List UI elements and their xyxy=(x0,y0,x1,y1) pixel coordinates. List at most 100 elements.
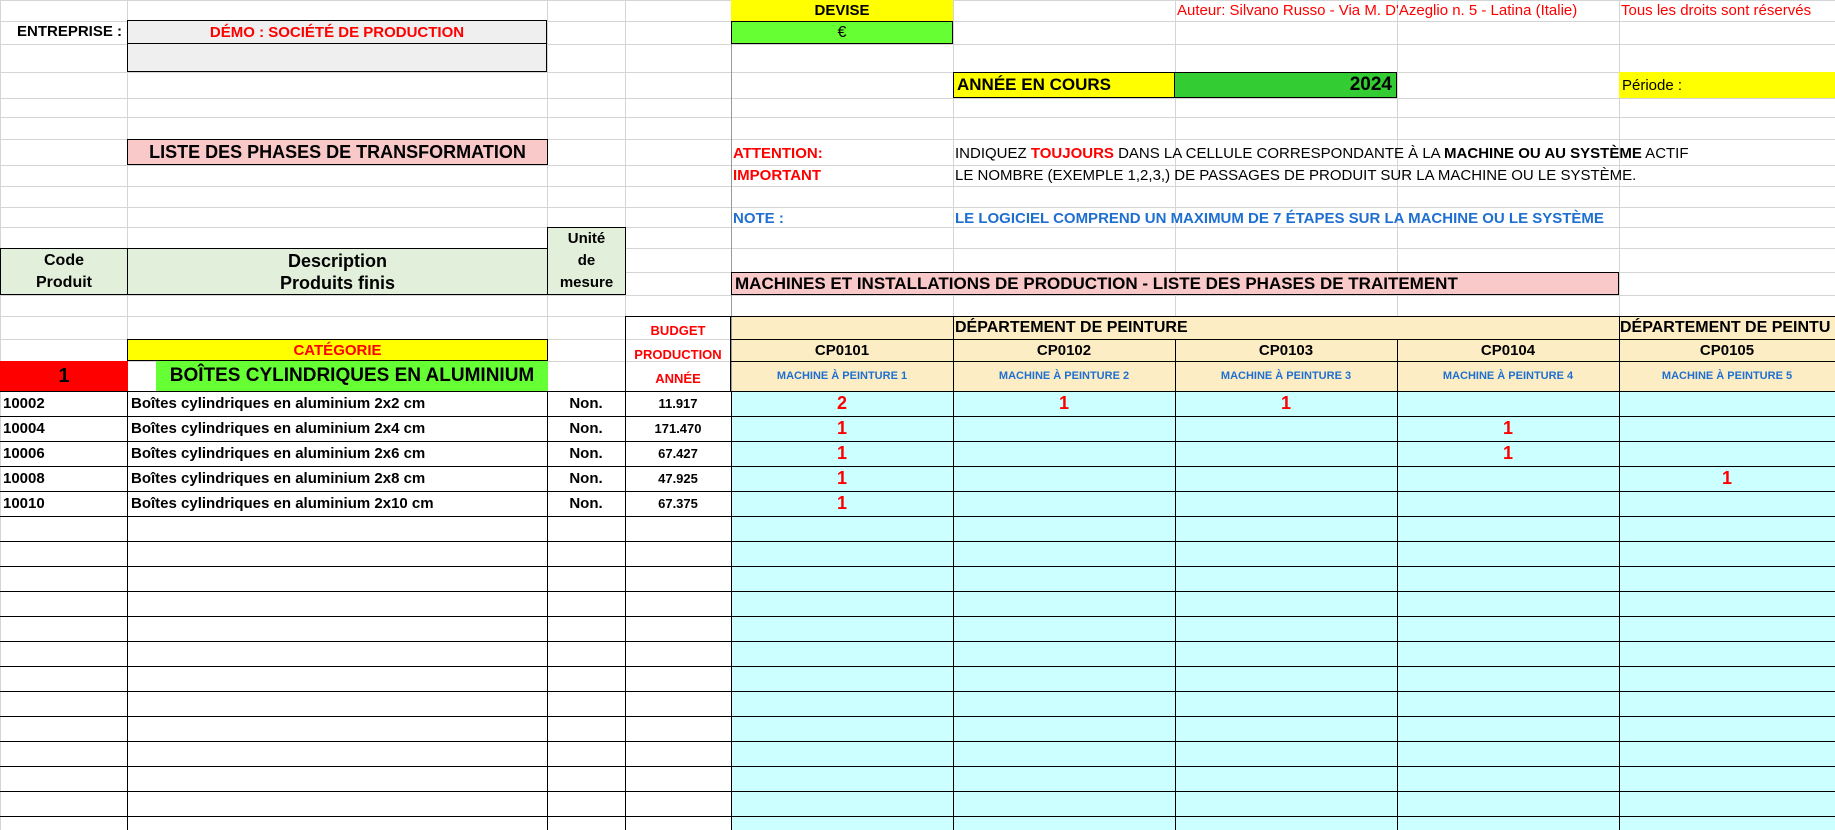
border-line xyxy=(625,316,626,391)
product-code-cell[interactable]: 10002 xyxy=(0,391,127,416)
machine-pass-cell[interactable]: 1 xyxy=(1397,416,1619,441)
border-line xyxy=(1397,339,1398,391)
product-code-cell[interactable]: 10010 xyxy=(0,491,127,516)
machine-name: MACHINE À PEINTURE 2 xyxy=(998,370,1130,382)
machine-pass-cell[interactable] xyxy=(1619,391,1835,416)
company-label: ENTREPRISE : xyxy=(16,23,122,40)
machine-pass-cell[interactable] xyxy=(1397,491,1619,516)
instruction-text-b: TOUJOURS xyxy=(1030,144,1114,162)
machine-pass-cell[interactable]: 1 xyxy=(731,491,953,516)
machine-pass-cell[interactable]: 2 xyxy=(731,391,953,416)
budget-header-line3: ANNÉE xyxy=(655,370,701,386)
code-header-line2: Produit xyxy=(36,273,92,291)
product-budget-cell[interactable]: 47.925 xyxy=(625,466,731,491)
product-code-cell[interactable]: 10004 xyxy=(0,416,127,441)
machine-code: CP0104 xyxy=(1480,341,1536,359)
period-label: Période : xyxy=(1619,72,1835,98)
product-description-cell[interactable]: Boîtes cylindriques en aluminium 2x4 cm xyxy=(127,416,547,441)
machine-pass-cell[interactable] xyxy=(1397,466,1619,491)
grid-row-line xyxy=(0,72,1835,73)
machine-pass-cell[interactable]: 1 xyxy=(731,466,953,491)
border-line xyxy=(0,816,1835,817)
machine-pass-cell[interactable] xyxy=(953,466,1175,491)
product-code-cell[interactable]: 10006 xyxy=(0,441,127,466)
machine-name: MACHINE À PEINTURE 3 xyxy=(1220,370,1352,382)
machine-pass-cell[interactable] xyxy=(1175,441,1397,466)
product-budget-cell[interactable]: 171.470 xyxy=(625,416,731,441)
border-line xyxy=(1175,339,1176,391)
border-line xyxy=(547,391,548,830)
product-unit-cell[interactable]: Non. xyxy=(547,416,625,441)
description-header-line2: Produits finis xyxy=(279,272,395,293)
machine-pass-cell[interactable]: 1 xyxy=(1619,466,1835,491)
border-line xyxy=(953,391,954,830)
border-line xyxy=(127,391,128,830)
border-line xyxy=(0,741,1835,742)
border-line xyxy=(625,391,626,830)
important-label: IMPORTANT xyxy=(733,166,822,184)
product-budget-cell[interactable]: 67.375 xyxy=(625,491,731,516)
border-line xyxy=(0,666,1835,667)
machine-pass-cell[interactable]: 1 xyxy=(731,441,953,466)
border-line xyxy=(731,316,1835,317)
machine-pass-cell[interactable]: 1 xyxy=(1175,391,1397,416)
company-name-cell[interactable]: DÉMO : SOCIÉTÉ DE PRODUCTION xyxy=(127,20,547,44)
currency-value-cell[interactable]: € xyxy=(731,21,953,44)
machine-pass-cell[interactable]: 1 xyxy=(953,391,1175,416)
machine-pass-cell[interactable]: 1 xyxy=(1397,441,1619,466)
grid-row-line xyxy=(0,117,1835,118)
product-unit-cell[interactable]: Non. xyxy=(547,441,625,466)
machine-code: CP0102 xyxy=(1036,341,1092,359)
border-line xyxy=(731,339,1835,340)
machine-pass-cell[interactable] xyxy=(1619,441,1835,466)
category-name: BOÎTES CYLINDRIQUES EN ALUMINIUM xyxy=(156,361,548,391)
product-unit-cell[interactable]: Non. xyxy=(547,391,625,416)
product-description-cell[interactable]: Boîtes cylindriques en aluminium 2x6 cm xyxy=(127,441,547,466)
border-line xyxy=(0,466,1835,467)
machine-pass-cell[interactable] xyxy=(1619,491,1835,516)
border-line xyxy=(0,441,1835,442)
currency-label: DEVISE xyxy=(731,0,953,21)
machine-name: MACHINE À PEINTURE 4 xyxy=(1442,370,1574,382)
unit-header-line3: mesure xyxy=(559,274,614,291)
list-title: LISTE DES PHASES DE TRANSFORMATION xyxy=(127,139,548,165)
instruction-text-a: INDIQUEZ xyxy=(955,144,1031,162)
year-value-cell[interactable]: 2024 xyxy=(1174,72,1397,98)
machines-title: MACHINES ET INSTALLATIONS DE PRODUCTION … xyxy=(731,272,1619,295)
product-unit-cell[interactable]: Non. xyxy=(547,491,625,516)
company-extra-cell[interactable] xyxy=(127,44,547,72)
department-1: DÉPARTEMENT DE PEINTURE xyxy=(955,319,1188,336)
product-description-cell[interactable]: Boîtes cylindriques en aluminium 2x8 cm xyxy=(127,466,547,491)
description-header: Description Produits finis xyxy=(127,248,548,295)
category-number-cell[interactable]: 1 xyxy=(0,361,128,391)
description-header-line1: Description xyxy=(287,250,388,271)
machine-pass-cell[interactable] xyxy=(953,491,1175,516)
border-line xyxy=(953,316,954,339)
code-header: Code Produit xyxy=(0,248,128,295)
product-description-cell[interactable]: Boîtes cylindriques en aluminium 2x10 cm xyxy=(127,491,547,516)
instruction-text-e: ACTIF xyxy=(1641,144,1689,162)
product-description-cell[interactable]: Boîtes cylindriques en aluminium 2x2 cm xyxy=(127,391,547,416)
unit-header-line2: de xyxy=(577,252,596,269)
machine-pass-cell[interactable] xyxy=(1175,416,1397,441)
machine-pass-cell[interactable] xyxy=(953,441,1175,466)
machine-pass-cell[interactable] xyxy=(1619,416,1835,441)
department-2: DÉPARTEMENT DE PEINTU xyxy=(1620,319,1831,336)
product-budget-cell[interactable]: 11.917 xyxy=(625,391,731,416)
product-unit-cell[interactable]: Non. xyxy=(547,466,625,491)
product-budget-cell[interactable]: 67.427 xyxy=(625,441,731,466)
border-line xyxy=(0,791,1835,792)
machine-pass-cell[interactable] xyxy=(953,416,1175,441)
border-line xyxy=(0,416,1835,417)
border-line xyxy=(731,391,732,830)
machine-pass-cell[interactable]: 1 xyxy=(731,416,953,441)
border-line xyxy=(0,516,1835,517)
border-line xyxy=(1619,316,1620,339)
machine-pass-cell[interactable] xyxy=(1397,391,1619,416)
border-line xyxy=(0,691,1835,692)
machine-pass-cell[interactable] xyxy=(1175,491,1397,516)
border-line xyxy=(0,591,1835,592)
border-line xyxy=(731,361,1835,362)
product-code-cell[interactable]: 10008 xyxy=(0,466,127,491)
machine-pass-cell[interactable] xyxy=(1175,466,1397,491)
